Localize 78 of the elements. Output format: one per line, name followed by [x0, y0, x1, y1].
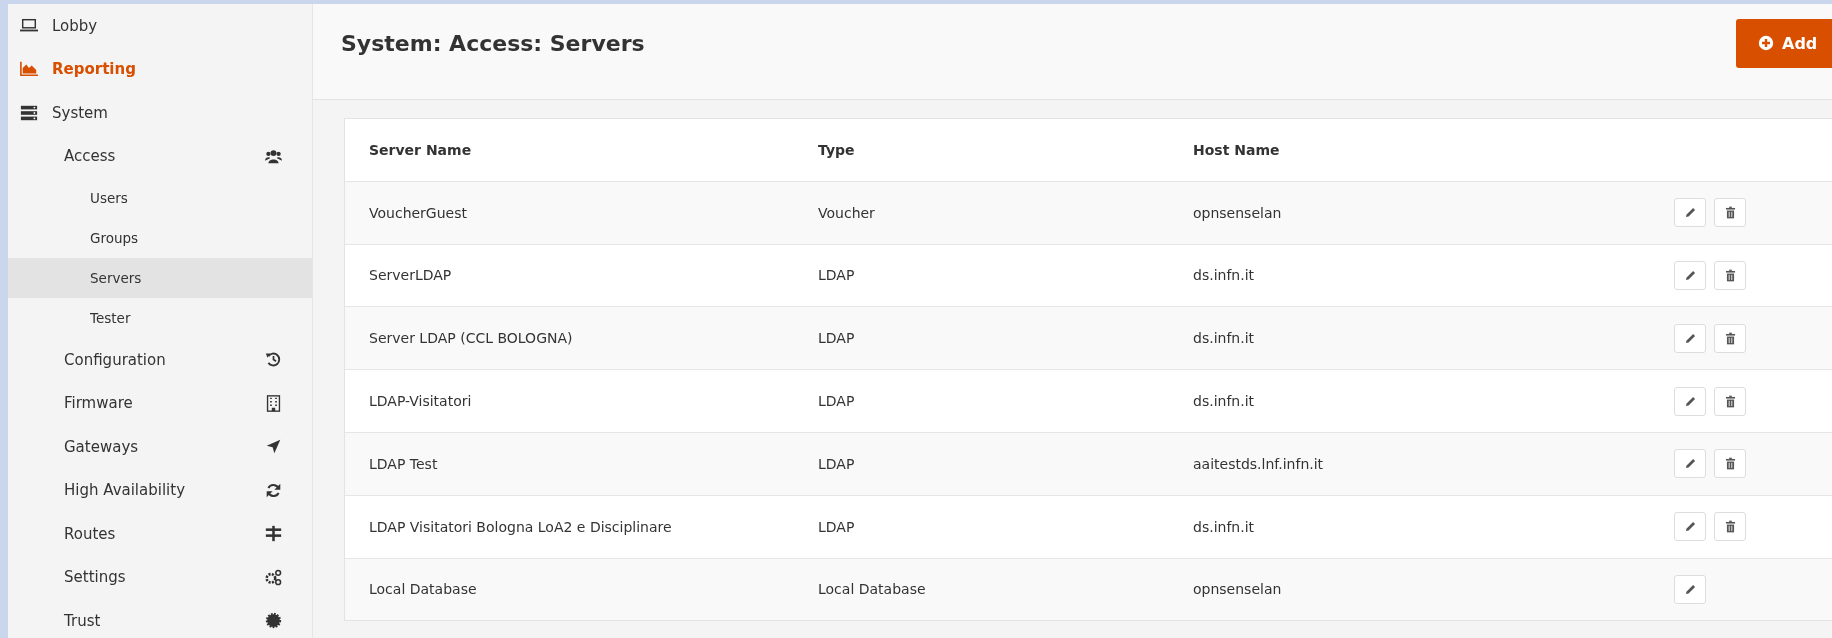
pencil-icon [1683, 520, 1697, 534]
table-cell: VoucherGuest [369, 204, 467, 221]
nav-item[interactable]: Groups [8, 218, 312, 258]
nav-item[interactable]: Firmware [8, 381, 312, 425]
server-icon [20, 103, 38, 122]
trash-icon [1723, 520, 1737, 534]
nav-item[interactable]: Settings [8, 555, 312, 599]
trash-icon [1723, 269, 1737, 282]
delete-button[interactable] [1714, 512, 1746, 542]
nav-item[interactable]: Servers [8, 258, 312, 298]
edit-button[interactable] [1674, 574, 1706, 604]
table-cell: Voucher [818, 204, 875, 221]
building-icon [265, 394, 282, 412]
column-header: Type [818, 141, 855, 158]
trash-icon [1723, 206, 1737, 220]
delete-button[interactable] [1714, 261, 1746, 290]
pencil-icon [1683, 206, 1697, 220]
edit-button[interactable] [1674, 198, 1706, 228]
delete-button[interactable] [1714, 323, 1746, 353]
pencil-icon [1683, 331, 1697, 345]
page-title: System: Access: Servers [341, 31, 645, 56]
table-cell: LDAP Test [369, 455, 438, 472]
area-chart-icon [20, 60, 38, 79]
pencil-icon [1683, 582, 1697, 596]
edit-button[interactable] [1674, 261, 1706, 290]
nav-item[interactable]: Access [8, 134, 312, 178]
edit-button[interactable] [1674, 512, 1706, 542]
history-icon [265, 351, 282, 369]
nav-item[interactable]: Routes [8, 512, 312, 556]
nav-item[interactable]: System [8, 91, 312, 135]
pencil-icon [1683, 457, 1697, 471]
delete-button[interactable] [1714, 198, 1746, 228]
pencil-icon [1683, 394, 1697, 408]
edit-button[interactable] [1674, 386, 1706, 416]
certificate-icon [265, 612, 282, 630]
table-cell: LDAP Visitatori Bologna LoA2 e Disciplinare [369, 518, 672, 535]
nav-item[interactable]: Trust [8, 599, 312, 638]
pencil-icon [1683, 269, 1697, 282]
table-cell: ds.infn.it [1193, 330, 1255, 347]
table-cell: LDAP [818, 393, 855, 410]
table-cell: LDAP [818, 455, 855, 472]
edit-button[interactable] [1674, 449, 1706, 479]
gears-icon [265, 568, 282, 586]
table-cell: ds.infn.it [1193, 518, 1255, 535]
trash-icon [1723, 331, 1737, 345]
table-cell: ds.infn.it [1193, 267, 1255, 284]
location-arrow-icon [265, 438, 282, 456]
users-icon [265, 147, 282, 165]
table-cell: Server LDAP (CCL BOLOGNA) [369, 330, 573, 347]
table-cell: LDAP [818, 330, 855, 347]
table-cell: Local Database [369, 581, 477, 598]
trash-icon [1723, 457, 1737, 471]
nav-item[interactable]: High Availability [8, 468, 312, 512]
nav-item[interactable]: Tester [8, 298, 312, 338]
table-cell: Local Database [818, 581, 926, 598]
delete-button[interactable] [1714, 386, 1746, 416]
table-cell: ServerLDAP [369, 267, 452, 284]
table-cell: ds.infn.it [1193, 393, 1255, 410]
refresh-icon [265, 481, 282, 499]
column-header: Host Name [1193, 141, 1280, 158]
nav-item[interactable]: Reporting [8, 47, 312, 91]
nav-item[interactable]: Configuration [8, 338, 312, 382]
edit-button[interactable] [1674, 323, 1706, 353]
add-button[interactable]: Add [1736, 18, 1832, 68]
table-cell: opnsenselan [1193, 204, 1282, 221]
table-cell: opnsenselan [1193, 581, 1282, 598]
signpost-icon [265, 525, 282, 543]
nav-item[interactable]: Gateways [8, 425, 312, 469]
table-cell: LDAP [818, 518, 855, 535]
table-cell: aaitestds.lnf.infn.it [1193, 455, 1324, 472]
plus-circle-icon [1758, 35, 1774, 51]
trash-icon [1723, 394, 1737, 408]
nav-item[interactable]: Users [8, 178, 312, 218]
column-header: Server Name [369, 141, 472, 158]
table-cell: LDAP [818, 267, 855, 284]
delete-button[interactable] [1714, 449, 1746, 479]
nav-item[interactable]: Lobby [8, 4, 312, 48]
table-cell: LDAP-Visitatori [369, 393, 472, 410]
